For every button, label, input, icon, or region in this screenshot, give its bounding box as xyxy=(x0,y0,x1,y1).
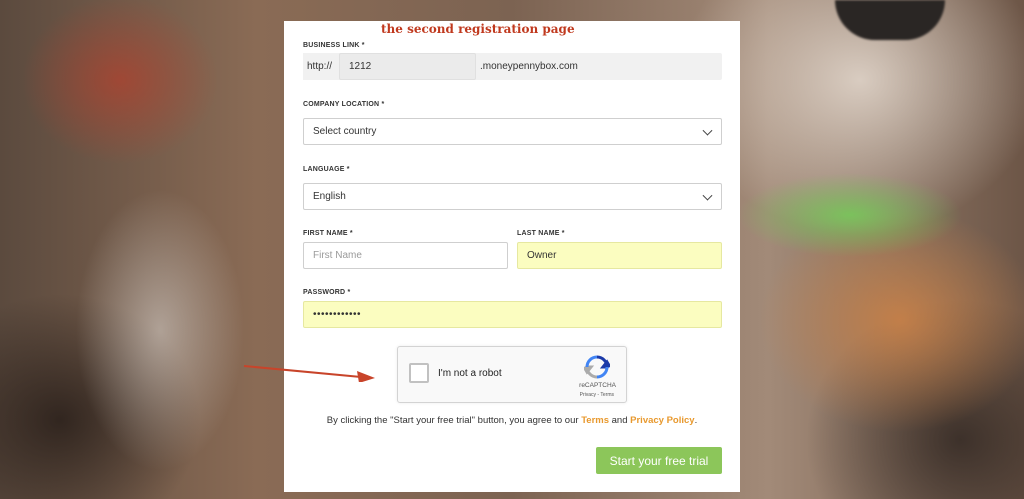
annotation-note: the second registration page xyxy=(381,22,575,36)
recaptcha-links[interactable]: Privacy - Terms xyxy=(398,392,614,398)
privacy-policy-link[interactable]: Privacy Policy xyxy=(630,415,694,426)
password-label: PASSWORD * xyxy=(303,289,351,296)
terms-and: and xyxy=(611,415,628,426)
company-location-label: COMPANY LOCATION * xyxy=(303,101,385,108)
start-free-trial-button[interactable]: Start your free trial xyxy=(596,447,722,474)
chevron-down-icon xyxy=(702,190,713,201)
recaptcha-logo-icon xyxy=(584,355,610,379)
company-location-value: Select country xyxy=(313,126,377,137)
recaptcha-widget: I'm not a robot reCAPTCHA Privacy - Term… xyxy=(397,346,627,403)
chevron-down-icon xyxy=(702,125,713,136)
terms-text: By clicking the "Start your free trial" … xyxy=(284,415,740,426)
last-name-label: LAST NAME * xyxy=(517,230,565,237)
recaptcha-brand: reCAPTCHA xyxy=(579,382,616,389)
terms-link[interactable]: Terms xyxy=(581,415,609,426)
business-link-input[interactable]: 1212 xyxy=(339,53,476,80)
recaptcha-checkbox[interactable] xyxy=(409,363,429,383)
annotation-arrow-icon xyxy=(243,365,375,382)
business-link-suffix: .moneypennybox.com xyxy=(480,53,630,80)
company-location-select[interactable]: Select country xyxy=(303,118,722,145)
language-label: LANGUAGE * xyxy=(303,166,350,173)
background-lamp xyxy=(835,0,945,40)
language-value: English xyxy=(313,191,346,202)
business-link-prefix: http:// xyxy=(303,53,339,80)
terms-suffix: . xyxy=(694,415,698,426)
first-name-label: FIRST NAME * xyxy=(303,230,353,237)
password-input[interactable]: •••••••••••• xyxy=(303,301,722,328)
business-link-label: BUSINESS LINK * xyxy=(303,42,365,49)
terms-prefix: By clicking the "Start your free trial" … xyxy=(326,415,579,426)
recaptcha-label: I'm not a robot xyxy=(438,368,502,379)
last-name-input[interactable]: Owner xyxy=(517,242,722,269)
first-name-input[interactable]: First Name xyxy=(303,242,508,269)
language-select[interactable]: English xyxy=(303,183,722,210)
